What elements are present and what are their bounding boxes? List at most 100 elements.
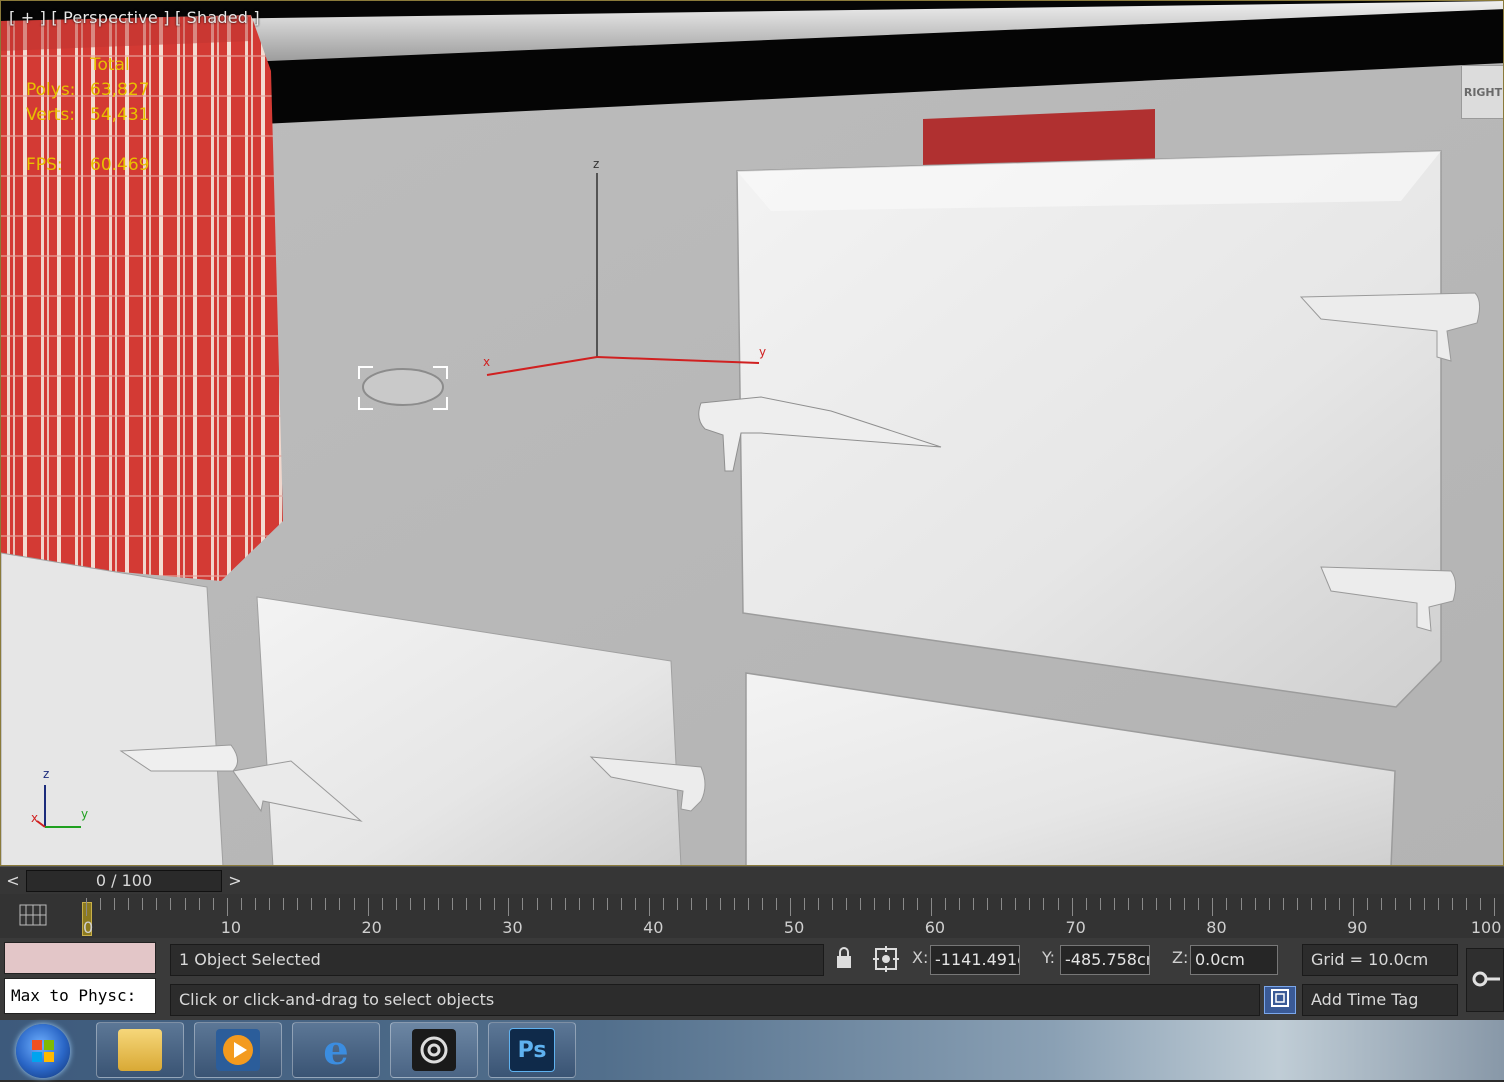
frame-tick [226, 898, 228, 916]
lock-icon[interactable] [832, 946, 856, 974]
viewcube-face-label: RIGHT [1463, 85, 1503, 99]
photoshop-icon: Ps [509, 1028, 555, 1072]
taskbar-internet-explorer-button[interactable]: e [292, 1022, 380, 1078]
frame-tick-label: 0 [82, 918, 94, 937]
maxscript-mini-listener[interactable]: Max to Physc: [4, 978, 156, 1014]
frame-tick [1071, 898, 1073, 916]
scene-render[interactable] [1, 1, 1504, 866]
frame-tick [1127, 898, 1129, 910]
frame-tick [635, 898, 637, 910]
time-slider[interactable]: 0 / 100 [26, 870, 222, 892]
polys-value: 63,827 [90, 80, 150, 100]
grid-size-display: Grid = 10.0cm [1302, 944, 1458, 976]
tripod-y-label: y [81, 807, 89, 821]
frame-tick [1043, 898, 1045, 910]
frame-tick [1423, 898, 1425, 910]
gizmo-z-label: z [593, 157, 600, 171]
frame-tick [663, 898, 665, 910]
viewcube[interactable]: RIGHT [1461, 65, 1503, 119]
polys-label: Polys: [26, 80, 76, 100]
frame-tick [283, 898, 285, 910]
y-coord-field[interactable]: -485.758cr [1060, 945, 1150, 975]
start-button[interactable] [16, 1024, 70, 1078]
verts-label: Verts: [26, 105, 76, 125]
viewport-label[interactable]: [ + ] [ Perspective ] [ Shaded ] [9, 8, 260, 27]
taskbar-explorer-button[interactable] [96, 1022, 184, 1078]
frame-tick [452, 898, 454, 910]
trackbar[interactable]: 0 10 20 30 40 50 60 70 80 90 100 [0, 894, 1504, 938]
frame-tick [705, 898, 707, 910]
frame-tick [1184, 898, 1186, 910]
fps-label: FPS: [26, 155, 63, 175]
perspective-viewport[interactable]: [ + ] [ Perspective ] [ Shaded ] Total P… [0, 0, 1504, 866]
frame-tick [156, 898, 158, 910]
frame-tick [1353, 898, 1355, 916]
frame-tick [128, 898, 130, 910]
frame-tick [649, 898, 651, 916]
add-time-tag-button[interactable]: Add Time Tag [1302, 984, 1458, 1016]
frame-tick [1113, 898, 1115, 910]
frame-tick [480, 898, 482, 910]
verts-value: 54,431 [90, 105, 150, 125]
frame-tick [860, 898, 862, 910]
frame-tick [621, 898, 623, 910]
frame-tick [114, 898, 116, 910]
frame-tick [1156, 898, 1158, 910]
time-slider-next-button[interactable]: > [224, 870, 246, 892]
stats-header: Total [90, 55, 130, 75]
isolate-selection-icon[interactable] [1264, 986, 1296, 1014]
frame-tick [100, 898, 102, 910]
frame-tick [761, 898, 763, 910]
frame-tick [184, 898, 186, 910]
frame-tick [494, 898, 496, 910]
x-coord-field[interactable]: -1141.491c [930, 945, 1020, 975]
frame-tick [1339, 898, 1341, 910]
frame-tick [409, 898, 411, 910]
gizmo-y-label: y [759, 345, 767, 359]
3ds-max-icon [412, 1029, 456, 1071]
frame-tick [902, 898, 904, 910]
frame-tick [1029, 898, 1031, 910]
frame-tick [1212, 898, 1214, 916]
time-slider-prev-button[interactable]: < [2, 870, 24, 892]
frame-tick [1085, 898, 1087, 910]
frame-tick [1395, 898, 1397, 910]
frame-tick [325, 898, 327, 910]
taskbar-photoshop-button[interactable]: Ps [488, 1022, 576, 1078]
frame-tick [1057, 898, 1059, 910]
curve-editor-icon[interactable] [18, 902, 48, 928]
frame-tick [395, 898, 397, 910]
frame-tick [804, 898, 806, 910]
taskbar-media-player-button[interactable] [194, 1022, 282, 1078]
frame-tick [775, 898, 777, 910]
y-coord-label: Y: [1042, 948, 1056, 967]
frame-tick [367, 898, 369, 916]
frame-tick [142, 898, 144, 910]
set-key-icon[interactable] [1466, 948, 1504, 1012]
frame-tick [1367, 898, 1369, 910]
frame-tick [1015, 898, 1017, 910]
maxscript-listener-swatch[interactable] [4, 942, 156, 974]
frame-tick [254, 898, 256, 910]
frame-tick-label: 50 [783, 918, 805, 937]
z-coord-field[interactable]: 0.0cm [1190, 945, 1278, 975]
absolute-mode-icon[interactable] [872, 946, 900, 974]
frame-tick [550, 898, 552, 910]
frame-tick [790, 898, 791, 916]
gizmo-x-label: x [483, 355, 491, 369]
status-bar: Max to Physc: 1 Object Selected X: -1141… [0, 938, 1504, 1020]
frame-tick [944, 898, 946, 910]
taskbar-3dsmax-button[interactable] [390, 1022, 478, 1078]
frame-tick-label: 20 [361, 918, 382, 937]
frame-tick-label: 80 [1206, 918, 1227, 937]
frame-tick [818, 898, 820, 910]
fps-value: 60.469 [90, 155, 150, 175]
track-area[interactable]: 0 10 20 30 40 50 60 70 80 90 100 [78, 898, 1504, 938]
selection-status: 1 Object Selected [170, 944, 824, 976]
prompt-line: Click or click-and-drag to select object… [170, 984, 1260, 1016]
media-player-icon [216, 1029, 260, 1071]
folder-icon [118, 1029, 162, 1071]
x-coord-label: X: [912, 948, 929, 967]
frame-tick [691, 898, 693, 910]
frame-tick [733, 898, 735, 910]
